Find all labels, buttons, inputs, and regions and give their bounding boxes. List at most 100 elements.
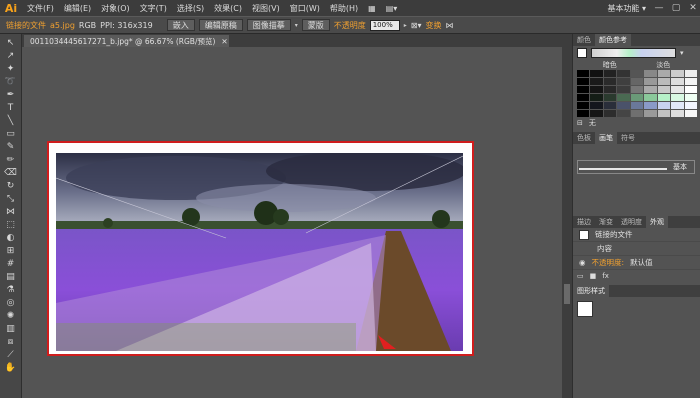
selection-tool-icon[interactable]: ↖ — [2, 36, 20, 49]
document-tab[interactable]: 0011034445617271_b.jpg* @ 66.67% (RGB/预览… — [24, 35, 229, 47]
menu-edit[interactable]: 编辑(E) — [59, 3, 96, 14]
menu-help[interactable]: 帮助(H) — [325, 3, 363, 14]
harmony-strip[interactable] — [591, 48, 676, 58]
menu-bar: Ai 文件(F) 编辑(E) 对象(O) 文字(T) 选择(S) 效果(C) 视… — [0, 0, 700, 16]
opacity-dropdown-icon[interactable]: ▸ — [404, 22, 407, 29]
menu-object[interactable]: 对象(O) — [96, 3, 135, 14]
document-tab-close-icon[interactable]: ✕ — [221, 37, 227, 46]
swatch-labels: 暗色 淡色 — [573, 60, 700, 70]
mask-button[interactable]: 蒙版 — [301, 19, 330, 31]
trace-preset-dropdown-icon[interactable]: ▾ — [295, 22, 298, 29]
document-tab-title: 0011034445617271_b.jpg* @ 66.67% (RGB/预览… — [30, 36, 216, 46]
tab-color[interactable]: 颜色 — [573, 34, 595, 46]
vertical-scrollbar[interactable] — [562, 34, 572, 398]
appearance-content-row[interactable]: 内容 — [573, 242, 700, 256]
type-tool-icon[interactable]: T — [2, 101, 20, 114]
opacity-link[interactable]: 不透明度 — [334, 20, 366, 31]
free-transform-tool-icon[interactable]: ⬚ — [2, 218, 20, 231]
image-trace-button[interactable]: 图像描摹 — [246, 19, 291, 31]
recolor-icon[interactable]: ⊠▾ — [411, 21, 422, 30]
lighter-label: 淡色 — [656, 61, 671, 69]
color-guide-footer: ⊟ 无 — [573, 117, 700, 128]
appearance-opacity-row[interactable]: ◉ 不透明度: 默认值 — [573, 256, 700, 270]
eraser-tool-icon[interactable]: ⌫ — [2, 166, 20, 179]
menu-effect[interactable]: 效果(C) — [209, 3, 247, 14]
width-tool-icon[interactable]: ⋈ — [2, 205, 20, 218]
basic-brush-stroke — [579, 168, 667, 170]
paintbrush-tool-icon[interactable]: ✎ — [2, 140, 20, 153]
lasso-tool-icon[interactable]: ➰ — [2, 75, 20, 88]
swatch-options-icon[interactable]: ⊟ — [577, 119, 583, 127]
object-thumbnail — [579, 229, 589, 240]
tab-stroke[interactable]: 描边 — [573, 216, 595, 228]
color-guide-grid[interactable] — [577, 70, 697, 117]
slice-tool-icon[interactable]: ⟋ — [2, 348, 20, 361]
control-bar: 链接的文件 a5.jpg RGB PPI: 316x319 嵌入 编辑原稿 图像… — [0, 16, 700, 34]
tab-transparency[interactable]: 透明度 — [617, 216, 646, 228]
tab-gradient[interactable]: 渐变 — [595, 216, 617, 228]
bridge-icon[interactable]: ▦ — [363, 4, 381, 13]
tab-brushes[interactable]: 画笔 — [595, 132, 617, 144]
base-color-swatch[interactable] — [577, 48, 587, 58]
appearance-opacity-value: 默认值 — [630, 258, 653, 267]
arrange-documents-icon[interactable]: ▤▾ — [381, 4, 403, 13]
workspace-switcher[interactable]: 基本功能 ▾ — [604, 3, 649, 14]
add-stroke-icon[interactable]: ▭ — [577, 272, 584, 280]
isolate-icon[interactable]: ⋈ — [445, 21, 453, 30]
blend-tool-icon[interactable]: ◎ — [2, 296, 20, 309]
appearance-opacity-link[interactable]: 不透明度: — [592, 257, 625, 268]
linked-file-link[interactable]: 链接的文件 — [6, 20, 46, 31]
harmony-dropdown-icon[interactable]: ▾ — [680, 49, 684, 57]
rectangle-tool-icon[interactable]: ▭ — [2, 127, 20, 140]
default-graphic-style[interactable] — [577, 301, 593, 317]
minimize-button[interactable]: — — [652, 2, 666, 14]
close-button[interactable]: ✕ — [686, 2, 700, 14]
add-fill-icon[interactable]: ■ — [590, 272, 597, 280]
magic-wand-tool-icon[interactable]: ✦ — [2, 62, 20, 75]
maximize-button[interactable]: ▢ — [669, 2, 683, 14]
tab-graphic-styles[interactable]: 图形样式 — [573, 285, 609, 297]
rotate-tool-icon[interactable]: ↻ — [2, 179, 20, 192]
embed-button[interactable]: 嵌入 — [166, 19, 195, 31]
edit-original-button[interactable]: 编辑原稿 — [198, 19, 243, 31]
shape-builder-tool-icon[interactable]: ◐ — [2, 231, 20, 244]
pen-tool-icon[interactable]: ✒ — [2, 88, 20, 101]
darker-label: 暗色 — [602, 61, 617, 69]
artboard-tool-icon[interactable]: ⧈ — [2, 335, 20, 348]
placed-image-lavender-field[interactable] — [56, 153, 463, 351]
none-label: 无 — [588, 118, 596, 127]
visibility-eye-icon[interactable]: ◉ — [579, 258, 586, 267]
tab-symbols[interactable]: 符号 — [617, 132, 639, 144]
symbol-sprayer-tool-icon[interactable]: ✺ — [2, 309, 20, 322]
gradient-tool-icon[interactable]: ▤ — [2, 270, 20, 283]
graphic-styles-panel — [573, 297, 700, 321]
filename-link[interactable]: a5.jpg — [50, 21, 75, 30]
color-mode-label: RGB — [78, 20, 97, 30]
scale-tool-icon[interactable]: ⤡ — [2, 192, 20, 205]
basic-brush-label: 基本 — [673, 163, 687, 171]
direct-selection-tool-icon[interactable]: ↗ — [2, 49, 20, 62]
menu-view[interactable]: 视图(V) — [247, 3, 285, 14]
transform-link[interactable]: 变换 — [425, 20, 441, 31]
menu-select[interactable]: 选择(S) — [172, 3, 209, 14]
column-graph-tool-icon[interactable]: ▥ — [2, 322, 20, 335]
ppi-label: PPI: 316x319 — [100, 20, 153, 30]
eyedropper-tool-icon[interactable]: ⚗ — [2, 283, 20, 296]
menu-type[interactable]: 文字(T) — [135, 3, 172, 14]
menu-file[interactable]: 文件(F) — [22, 3, 59, 14]
menu-window[interactable]: 窗口(W) — [285, 3, 325, 14]
brushes-panel-tabs: 色板 画笔 符号 — [573, 132, 700, 144]
tab-swatches[interactable]: 色板 — [573, 132, 595, 144]
pencil-tool-icon[interactable]: ✏ — [2, 153, 20, 166]
appearance-object-row[interactable]: 链接的文件 — [573, 228, 700, 242]
perspective-grid-tool-icon[interactable]: ⊞ — [2, 244, 20, 257]
appearance-panel-tabs: 描边 渐变 透明度 外观 — [573, 216, 700, 228]
mesh-tool-icon[interactable]: # — [2, 257, 20, 270]
line-tool-icon[interactable]: ╲ — [2, 114, 20, 127]
opacity-input[interactable]: 100% — [369, 19, 400, 31]
add-effect-icon[interactable]: fx — [602, 272, 609, 280]
tab-color-guide[interactable]: 颜色参考 — [595, 34, 631, 46]
hand-tool-icon[interactable]: ✋ — [2, 361, 20, 374]
scrollbar-thumb[interactable] — [564, 284, 570, 304]
tab-appearance[interactable]: 外观 — [646, 216, 668, 228]
